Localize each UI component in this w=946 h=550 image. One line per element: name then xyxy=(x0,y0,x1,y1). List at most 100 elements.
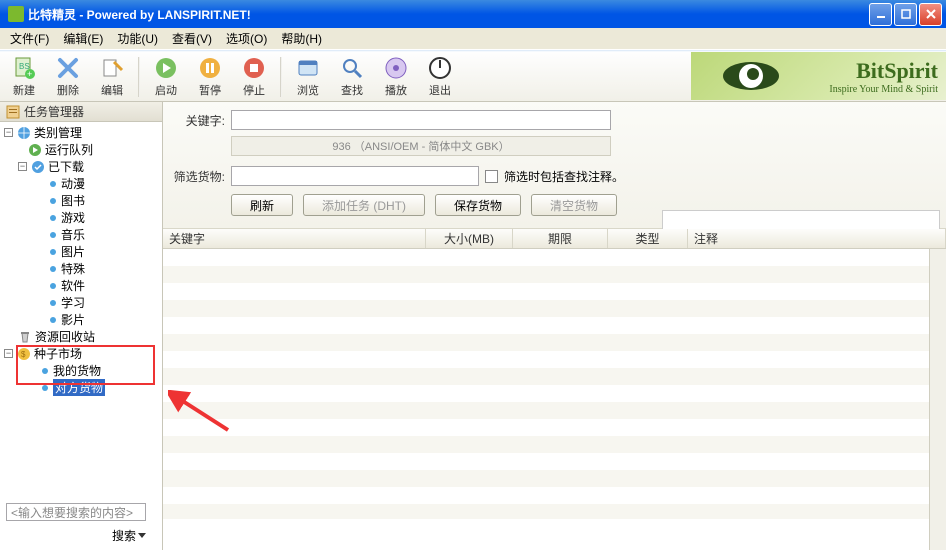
tool-stop-label: 停止 xyxy=(243,82,265,98)
col-deadline[interactable]: 期限 xyxy=(513,229,608,248)
scrollbar[interactable] xyxy=(929,249,946,550)
eye-icon xyxy=(721,60,781,92)
keyword-input[interactable] xyxy=(231,110,611,130)
branding-banner: BitSpirit Inspire Your Mind & Spirit xyxy=(691,52,946,100)
tree: − 类别管理 运行队列 − 已下载 动漫图书游戏音乐图片特殊软件学习影片 资源回… xyxy=(0,122,162,497)
tree-leaf-label: 动漫 xyxy=(61,175,85,192)
tree-leaf[interactable]: 图书 xyxy=(0,192,162,209)
refresh-button[interactable]: 刷新 xyxy=(231,194,293,216)
tree-leaf-label: 图书 xyxy=(61,192,85,209)
tool-delete[interactable]: 删除 xyxy=(46,54,90,100)
menubar: 文件(F) 编辑(E) 功能(U) 查看(V) 选项(O) 帮助(H) xyxy=(0,28,946,50)
tree-leaf-label: 软件 xyxy=(61,277,85,294)
tree-leaf-label: 游戏 xyxy=(61,209,85,226)
svg-text:+: + xyxy=(27,69,32,79)
tree-leaf-label: 影片 xyxy=(61,311,85,328)
edit-icon xyxy=(100,56,124,80)
tool-edit[interactable]: 编辑 xyxy=(90,54,134,100)
tool-new[interactable]: BS+ 新建 xyxy=(2,54,46,100)
tree-leaf-label: 学习 xyxy=(61,294,85,311)
filter-input[interactable] xyxy=(231,166,479,186)
table: 关键字 大小(MB) 期限 类型 注释 xyxy=(163,229,946,550)
trash-icon xyxy=(18,330,32,344)
media-icon xyxy=(384,56,408,80)
minimize-button[interactable] xyxy=(869,3,892,26)
menu-help[interactable]: 帮助(H) xyxy=(275,28,328,49)
task-manager-icon xyxy=(6,105,20,119)
bullet-icon xyxy=(50,198,56,204)
tool-delete-label: 删除 xyxy=(57,82,79,98)
sidebar-header: 任务管理器 xyxy=(0,102,162,122)
branding-subtitle: Inspire Your Mind & Spirit xyxy=(829,84,938,95)
close-button[interactable] xyxy=(919,3,942,26)
clear-button[interactable]: 清空货物 xyxy=(531,194,617,216)
tree-category[interactable]: − 类别管理 xyxy=(0,124,162,141)
collapse-icon[interactable]: − xyxy=(4,349,13,358)
branding-title: BitSpirit xyxy=(856,58,938,84)
bullet-icon xyxy=(50,181,56,187)
search-button[interactable]: 搜索 xyxy=(112,527,136,544)
tool-start-label: 启动 xyxy=(155,82,177,98)
bullet-icon xyxy=(50,317,56,323)
tree-leaf[interactable]: 软件 xyxy=(0,277,162,294)
filter-checkbox[interactable] xyxy=(485,170,498,183)
col-size[interactable]: 大小(MB) xyxy=(426,229,513,248)
tool-exit[interactable]: 退出 xyxy=(418,54,462,100)
tree-leaf[interactable]: 动漫 xyxy=(0,175,162,192)
tree-leaf[interactable]: 影片 xyxy=(0,311,162,328)
tool-search[interactable]: 查找 xyxy=(330,54,374,100)
encoding-display[interactable]: 936 （ANSI/OEM - 简体中文 GBK） xyxy=(231,136,611,156)
stop-icon xyxy=(242,56,266,80)
tool-browse-label: 浏览 xyxy=(297,82,319,98)
tree-running[interactable]: 运行队列 xyxy=(0,141,162,158)
search-icon xyxy=(340,56,364,80)
tool-play[interactable]: 播放 xyxy=(374,54,418,100)
annotation-arrow xyxy=(168,390,238,440)
toolbar: BS+ 新建 删除 编辑 启动 暂停 停止 浏览 查找 播放 退出 BitSpi xyxy=(0,52,946,102)
menu-function[interactable]: 功能(U) xyxy=(111,28,164,49)
chevron-down-icon[interactable] xyxy=(138,533,146,538)
tool-start[interactable]: 启动 xyxy=(144,54,188,100)
maximize-button[interactable] xyxy=(894,3,917,26)
tree-leaf[interactable]: 特殊 xyxy=(0,260,162,277)
tree-leaf[interactable]: 图片 xyxy=(0,243,162,260)
tree-recycle[interactable]: 资源回收站 xyxy=(0,328,162,345)
tool-pause[interactable]: 暂停 xyxy=(188,54,232,100)
tree-downloaded[interactable]: − 已下载 xyxy=(0,158,162,175)
search-input[interactable] xyxy=(6,503,146,521)
tree-leaf-label: 特殊 xyxy=(61,260,85,277)
tool-stop[interactable]: 停止 xyxy=(232,54,276,100)
menu-options[interactable]: 选项(O) xyxy=(220,28,273,49)
arrow-right-icon xyxy=(28,143,42,157)
add-task-button[interactable]: 添加任务 (DHT) xyxy=(303,194,425,216)
keyword-label: 关键字: xyxy=(173,112,225,129)
col-type[interactable]: 类型 xyxy=(608,229,688,248)
tool-exit-label: 退出 xyxy=(429,82,451,98)
tree-category-label: 类别管理 xyxy=(34,124,82,141)
exit-icon xyxy=(428,56,452,80)
tool-browse[interactable]: 浏览 xyxy=(286,54,330,100)
col-note[interactable]: 注释 xyxy=(688,229,946,248)
browse-icon xyxy=(296,56,320,80)
menu-file[interactable]: 文件(F) xyxy=(4,28,55,49)
tool-pause-label: 暂停 xyxy=(199,82,221,98)
collapse-icon[interactable]: − xyxy=(4,128,13,137)
tree-leaf[interactable]: 学习 xyxy=(0,294,162,311)
tree-running-label: 运行队列 xyxy=(45,141,93,158)
tree-leaf-label: 图片 xyxy=(61,243,85,260)
content: 关键字: 936 （ANSI/OEM - 简体中文 GBK） 筛选货物: 筛选时… xyxy=(163,102,946,550)
menu-view[interactable]: 查看(V) xyxy=(166,28,218,49)
tree-downloaded-label: 已下载 xyxy=(48,158,84,175)
new-icon: BS+ xyxy=(12,56,36,80)
tree-recycle-label: 资源回收站 xyxy=(35,328,95,345)
col-keyword[interactable]: 关键字 xyxy=(163,229,426,248)
save-button[interactable]: 保存货物 xyxy=(435,194,521,216)
menu-edit[interactable]: 编辑(E) xyxy=(57,28,109,49)
bullet-icon xyxy=(42,385,48,391)
globe-icon xyxy=(17,126,31,140)
tree-leaf[interactable]: 游戏 xyxy=(0,209,162,226)
window-title: 比特精灵 - Powered by LANSPIRIT.NET! xyxy=(28,6,251,23)
annotation-box xyxy=(16,345,155,385)
collapse-icon[interactable]: − xyxy=(18,162,27,171)
tree-leaf[interactable]: 音乐 xyxy=(0,226,162,243)
